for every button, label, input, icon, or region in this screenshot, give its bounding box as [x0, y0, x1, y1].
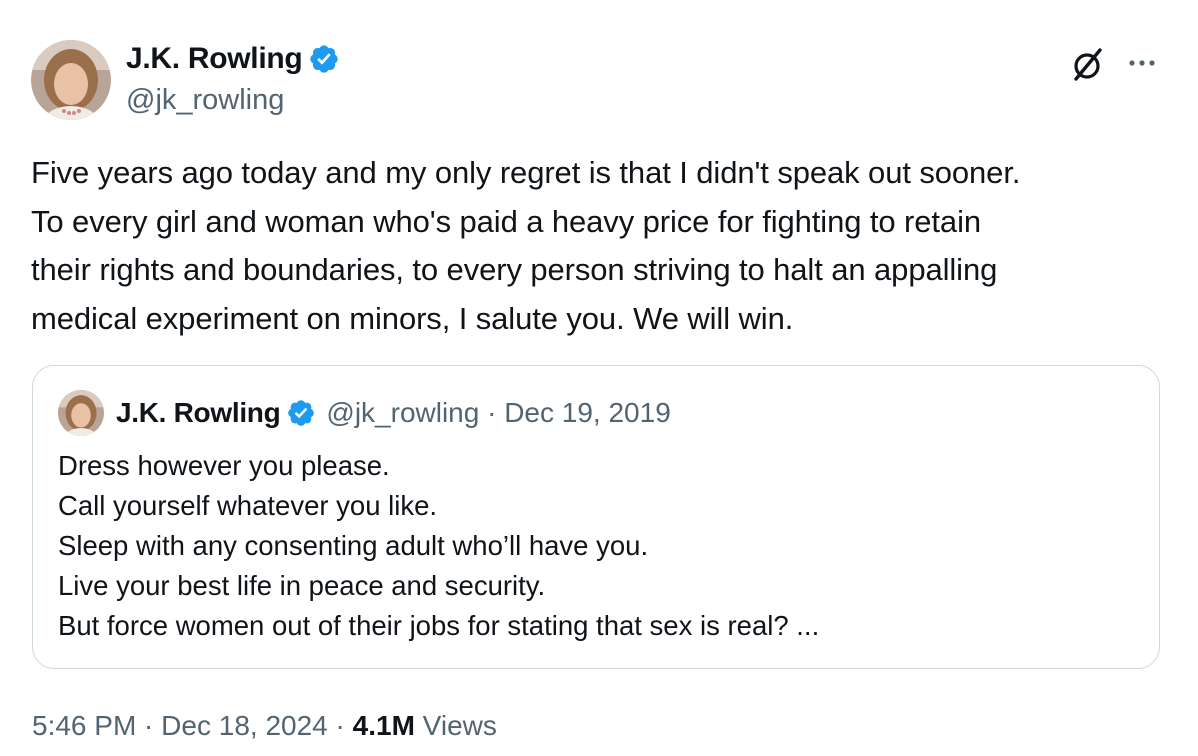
quoted-tweet-header: J.K. Rowling @jk_rowling · Dec 19, 2019 — [116, 394, 671, 432]
verified-badge-icon[interactable] — [308, 43, 340, 75]
quoted-text-line: Dress however you please. — [58, 450, 390, 481]
quoted-text-line: Sleep with any consenting adult who’ll h… — [58, 530, 649, 561]
separator: · — [327, 710, 353, 741]
more-options-icon[interactable] — [1124, 48, 1164, 78]
views-count[interactable]: 4.1M — [353, 710, 415, 741]
quoted-tweet-text: Dress however you please. Call yourself … — [58, 446, 819, 646]
author-handle[interactable]: @jk_rowling — [126, 82, 284, 118]
quoted-author-avatar[interactable] — [58, 390, 104, 436]
tweet-text-line: To every girl and woman who's paid a hea… — [31, 203, 981, 239]
tweet-text: Five years ago today and my only regret … — [31, 149, 1171, 343]
tweet-text-line: Five years ago today and my only regret … — [31, 155, 1021, 190]
quoted-text-line: Live your best life in peace and securit… — [58, 570, 546, 601]
grok-icon[interactable] — [1068, 44, 1108, 84]
tweet-time[interactable]: 5:46 PM — [32, 710, 136, 741]
author-avatar[interactable] — [31, 40, 111, 120]
tweet-text-line: medical experiment on minors, I salute y… — [31, 300, 794, 336]
author-name-row[interactable]: J.K. Rowling — [126, 40, 340, 78]
separator: · — [136, 710, 162, 741]
tweet-footer: 5:46 PM · Dec 18, 2024 · 4.1M Views — [32, 706, 497, 746]
author-name[interactable]: J.K. Rowling — [126, 40, 303, 78]
quoted-text-line: But force women out of their jobs for st… — [58, 610, 820, 641]
quoted-text-line: Call yourself whatever you like. — [58, 490, 438, 521]
quoted-author-name[interactable]: J.K. Rowling — [116, 397, 281, 429]
tweet-date[interactable]: Dec 18, 2024 — [161, 710, 328, 741]
quoted-tweet-meta: @jk_rowling · Dec 19, 2019 — [326, 397, 671, 428]
quoted-tweet-card[interactable]: J.K. Rowling @jk_rowling · Dec 19, 2019 … — [32, 365, 1160, 669]
views-label[interactable]: Views — [423, 710, 497, 741]
verified-badge-icon — [286, 398, 316, 428]
tweet-text-line: their rights and boundaries, to every pe… — [31, 252, 998, 288]
